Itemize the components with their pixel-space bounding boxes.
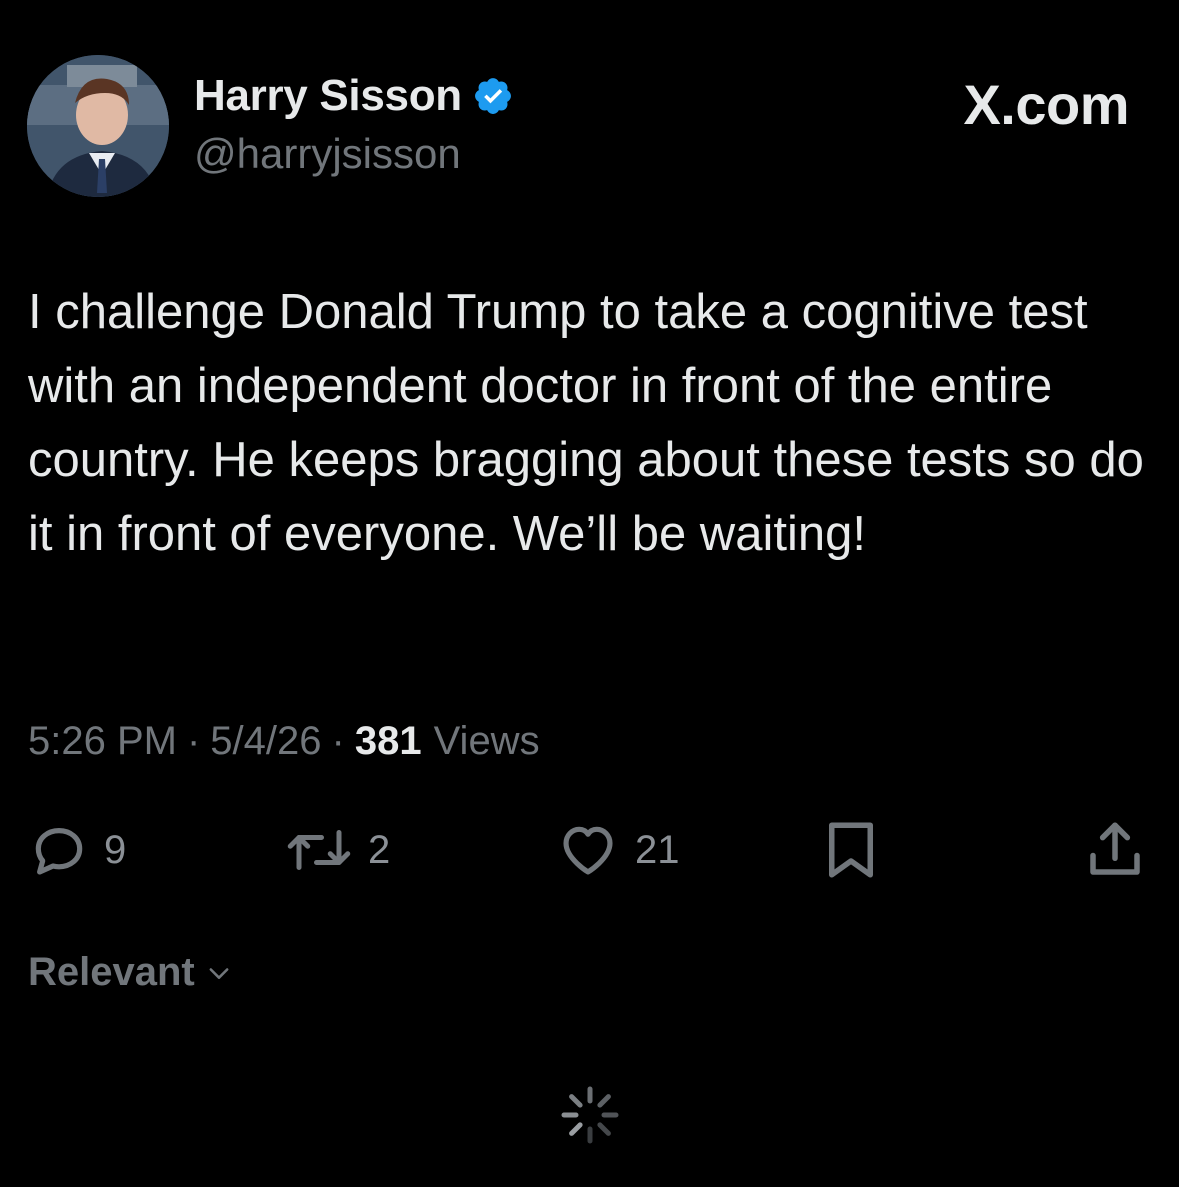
avatar-image bbox=[27, 55, 169, 197]
meta-separator: · bbox=[186, 719, 201, 763]
loading-spinner-icon bbox=[561, 1086, 619, 1144]
share-icon bbox=[1090, 822, 1140, 875]
verified-badge-icon bbox=[474, 78, 511, 114]
reply-icon bbox=[35, 828, 83, 875]
meta-separator: · bbox=[331, 719, 345, 763]
views-label: Views bbox=[433, 719, 540, 763]
tweet-time[interactable]: 5:26 PM bbox=[28, 719, 177, 764]
tweet-meta: 5:26 PM · 5/4/26 · 381 Views bbox=[28, 719, 540, 764]
avatar[interactable] bbox=[27, 55, 169, 197]
views-count: 381 bbox=[354, 719, 422, 763]
repost-count: 2 bbox=[368, 827, 391, 872]
heart-icon bbox=[563, 826, 613, 875]
tweet-date[interactable]: 5/4/26 bbox=[210, 719, 321, 764]
replies-sort-label: Relevant bbox=[28, 950, 195, 994]
bookmark-button[interactable] bbox=[818, 810, 884, 890]
tweet-text: I challenge Donald Trump to take a cogni… bbox=[28, 285, 1144, 561]
author-name-row[interactable]: Harry Sisson bbox=[194, 70, 514, 122]
replies-sort-dropdown[interactable]: Relevant bbox=[28, 950, 233, 995]
repost-icon bbox=[287, 830, 351, 870]
author-handle[interactable]: @harryjsisson bbox=[194, 130, 461, 178]
tweet-action-bar: 9 2 21 bbox=[0, 810, 1179, 890]
author-display-name[interactable]: Harry Sisson bbox=[194, 71, 462, 121]
repost-button[interactable]: 2 bbox=[284, 810, 390, 890]
chevron-down-icon bbox=[209, 967, 229, 979]
site-watermark: X.com bbox=[963, 73, 1129, 136]
reply-count: 9 bbox=[104, 827, 127, 872]
like-count: 21 bbox=[635, 827, 680, 872]
bookmark-icon bbox=[829, 822, 873, 878]
reply-button[interactable]: 9 bbox=[28, 810, 126, 890]
share-button[interactable] bbox=[1082, 810, 1148, 890]
like-button[interactable]: 21 bbox=[555, 810, 680, 890]
